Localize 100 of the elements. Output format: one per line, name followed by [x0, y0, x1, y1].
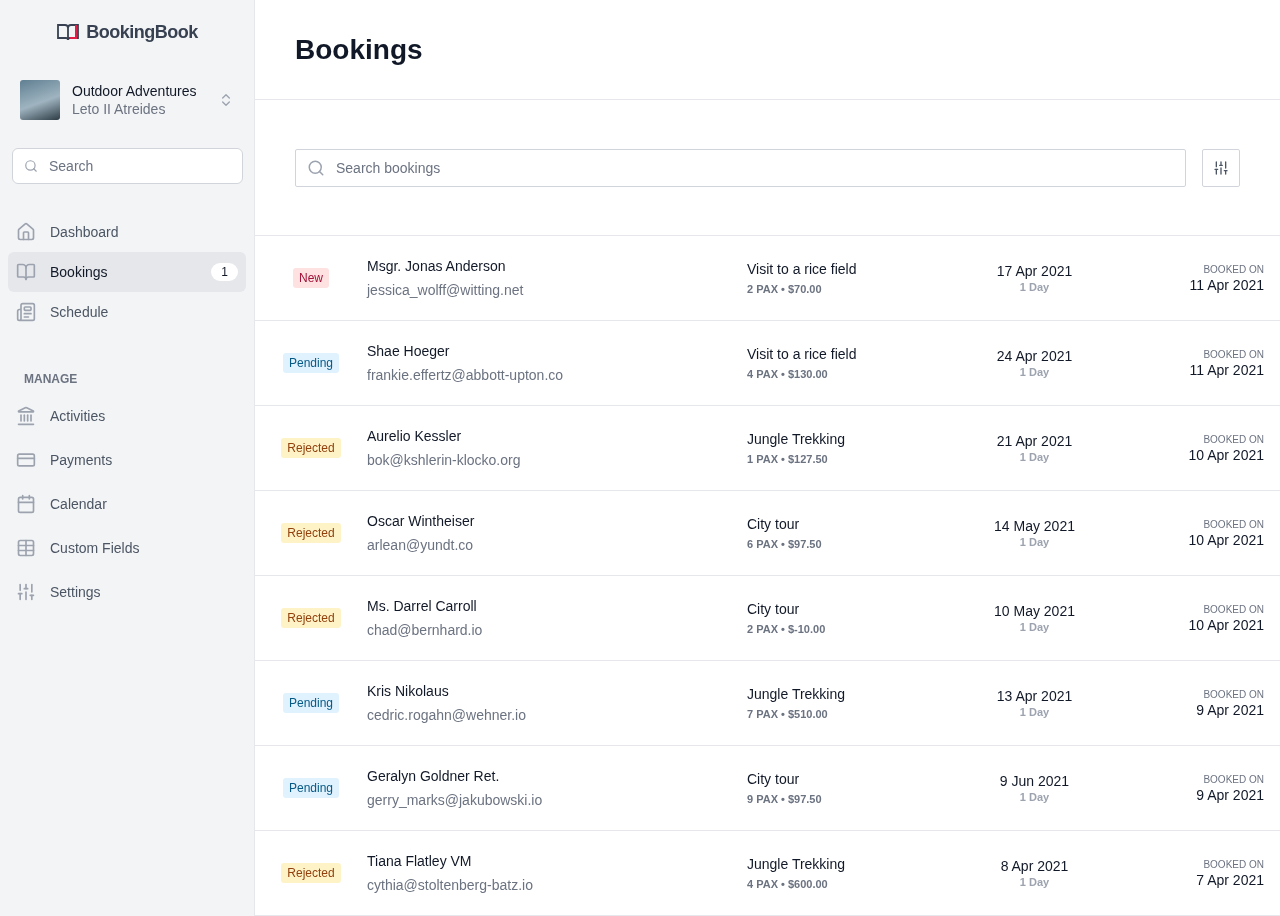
booking-row[interactable]: Pending Kris Nikolaus cedric.rogahn@wehner.io Jungle Trekking 7 PAX • $510.00 13 Apr 2021 1 Day BOOKED ON 9 Apr 2021 [255, 661, 1280, 746]
status-badge: New [293, 268, 329, 288]
booked-on-label: BOOKED ON [1203, 603, 1264, 615]
booking-details: 4 PAX • $130.00 [747, 368, 828, 380]
booking-details: 6 PAX • $97.50 [747, 538, 822, 550]
activity-name: Jungle Trekking [747, 431, 846, 447]
customer-name: Ms. Darrel Carroll [367, 598, 477, 614]
booking-duration: 1 Day [1019, 706, 1050, 718]
booking-duration: 1 Day [1019, 366, 1050, 378]
customer-email: jessica_wolff@witting.net [367, 282, 524, 298]
booking-details: 1 PAX • $127.50 [747, 453, 828, 465]
booking-row[interactable]: Rejected Oscar Wintheiser arlean@yundt.co City tour 6 PAX • $97.50 14 May 2021 1 Day BOOKED ON 10 Apr 2021 [255, 491, 1280, 576]
account-user: Leto II Atreides [72, 101, 167, 117]
booked-on-label: BOOKED ON [1203, 773, 1264, 785]
booked-on-date: 7 Apr 2021 [1196, 871, 1264, 888]
booking-details: 2 PAX • $70.00 [747, 283, 822, 295]
booking-row[interactable]: Rejected Tiana Flatley VM cythia@stoltenberg-batz.io Jungle Trekking 4 PAX • $600.00 8 Apr 2021 1 Day BOOKED ON 7 Apr 2021 [255, 831, 1280, 916]
sidebar-item[interactable]: Calendar [8, 484, 246, 524]
booking-duration: 1 Day [1019, 791, 1050, 803]
sidebar-item[interactable]: Custom Fields [8, 528, 246, 568]
status-badge: Rejected [281, 438, 341, 458]
customer-name: Oscar Wintheiser [367, 513, 475, 529]
search-field[interactable]: Search bookings [295, 148, 1186, 187]
booking-date: 9 Jun 2021 [999, 773, 1070, 789]
activity-name: Jungle Trekking [747, 856, 846, 872]
booking-duration: 1 Day [1019, 876, 1050, 888]
customer-name: Kris Nikolaus [367, 683, 449, 699]
booked-on-label: BOOKED ON [1203, 688, 1264, 700]
activity-name: Visit to a rice field [747, 346, 857, 362]
photo-placeholder [20, 80, 60, 120]
activity-name: Visit to a rice field [747, 261, 857, 277]
booked-on-label: BOOKED ON [1203, 433, 1264, 445]
customer-email: frankie.effertz@abbott-upton.co [367, 367, 564, 383]
customer-name: Geralyn Goldner Ret. [367, 768, 500, 784]
search-field[interactable]: Search [12, 148, 243, 184]
booking-row[interactable]: Rejected Ms. Darrel Carroll chad@bernhard.io City tour 2 PAX • $-10.00 10 May 2021 1 Day BOOKED ON 10 Apr 2021 [255, 576, 1280, 661]
book-icon [16, 262, 36, 282]
booked-on-label: BOOKED ON [1203, 518, 1264, 530]
booking-row[interactable]: New Msgr. Jonas Anderson jessica_wolff@witting.net Visit to a rice field 2 PAX • $70.00 17 Apr 2021 1 Day BOOKED ON 11 Apr 2021 [255, 236, 1280, 321]
home-icon [16, 222, 36, 242]
customer-email: cedric.rogahn@wehner.io [367, 707, 526, 723]
account-switcher[interactable]: Outdoor Adventures Leto II Atreides [8, 64, 246, 136]
sidebar-item[interactable]: Activities [8, 396, 246, 436]
account-name: Outdoor Adventures [72, 83, 198, 99]
booking-row[interactable]: Rejected Aurelio Kessler bok@kshlerin-klocko.org Jungle Trekking 1 PAX • $127.50 21 Apr 2021 1 Day BOOKED ON 10 Apr 2021 [255, 406, 1280, 491]
sidebar-item[interactable]: Schedule [8, 292, 246, 332]
sidebar-item[interactable]: Bookings 1 [8, 252, 246, 292]
newspaper-icon [16, 302, 36, 322]
customer-email: gerry_marks@jakubowski.io [367, 792, 543, 808]
customer-name: Aurelio Kessler [367, 428, 462, 444]
booked-on-date: 10 Apr 2021 [1188, 446, 1264, 463]
table-icon [16, 538, 36, 558]
booked-on-date: 10 Apr 2021 [1188, 531, 1264, 548]
booking-date: 8 Apr 2021 [1000, 858, 1069, 874]
booking-date: 24 Apr 2021 [996, 348, 1073, 364]
customer-email: chad@bernhard.io [367, 622, 483, 638]
filter-button[interactable] [1202, 148, 1240, 187]
activity-name: Jungle Trekking [747, 686, 846, 702]
booking-date: 21 Apr 2021 [996, 433, 1073, 449]
booked-on-date: 9 Apr 2021 [1196, 701, 1264, 718]
customer-name: Shae Hoeger [367, 343, 450, 359]
book-logo-icon [56, 22, 81, 42]
sliders-icon [16, 582, 36, 602]
booking-details: 7 PAX • $510.00 [747, 708, 828, 720]
app-logo: BookingBook [86, 21, 198, 43]
customer-email: arlean@yundt.co [367, 537, 474, 553]
booking-details: 4 PAX • $600.00 [747, 878, 828, 890]
booking-row[interactable]: Pending Geralyn Goldner Ret. gerry_marks@jakubowski.io City tour 9 PAX • $97.50 9 Jun 2021 1 Day BOOKED ON 9 Apr 2021 [255, 746, 1280, 831]
sidebar-item[interactable]: Dashboard [8, 212, 246, 252]
page-title: Bookings [295, 33, 423, 66]
customer-email: bok@kshlerin-klocko.org [367, 452, 521, 468]
status-badge: Rejected [281, 608, 341, 628]
booking-duration: 1 Day [1019, 281, 1050, 293]
booked-on-date: 11 Apr 2021 [1189, 276, 1264, 293]
activity-name: City tour [747, 516, 800, 532]
count-badge: 1 [211, 263, 238, 281]
status-badge: Pending [282, 353, 339, 373]
status-badge: Pending [282, 778, 339, 798]
customer-email: cythia@stoltenberg-batz.io [367, 877, 533, 893]
status-badge: Rejected [281, 863, 341, 883]
booking-duration: 1 Day [1019, 536, 1050, 548]
booked-on-label: BOOKED ON [1203, 858, 1264, 870]
section-heading: MANAGE [23, 372, 79, 386]
customer-name: Tiana Flatley VM [367, 853, 472, 869]
calendar-icon [16, 494, 36, 514]
booking-row[interactable]: Pending Shae Hoeger frankie.effertz@abbott-upton.co Visit to a rice field 4 PAX • $130.00 24 Apr 2021 1 Day BOOKED ON 11 Apr 2021 [255, 321, 1280, 406]
booked-on-label: BOOKED ON [1203, 263, 1264, 275]
booking-date: 17 Apr 2021 [996, 263, 1073, 279]
status-badge: Pending [282, 693, 339, 713]
search-icon [307, 158, 325, 177]
activity-name: City tour [747, 771, 800, 787]
booking-date: 14 May 2021 [994, 518, 1075, 534]
booked-on-date: 9 Apr 2021 [1196, 786, 1264, 803]
sidebar-item[interactable]: Payments [8, 440, 246, 480]
booking-details: 9 PAX • $97.50 [747, 793, 822, 805]
activity-name: City tour [747, 601, 800, 617]
sidebar-item[interactable]: Settings [8, 572, 246, 612]
booking-duration: 1 Day [1019, 621, 1050, 633]
card-icon [16, 450, 36, 470]
booking-details: 2 PAX • $-10.00 [747, 623, 826, 635]
